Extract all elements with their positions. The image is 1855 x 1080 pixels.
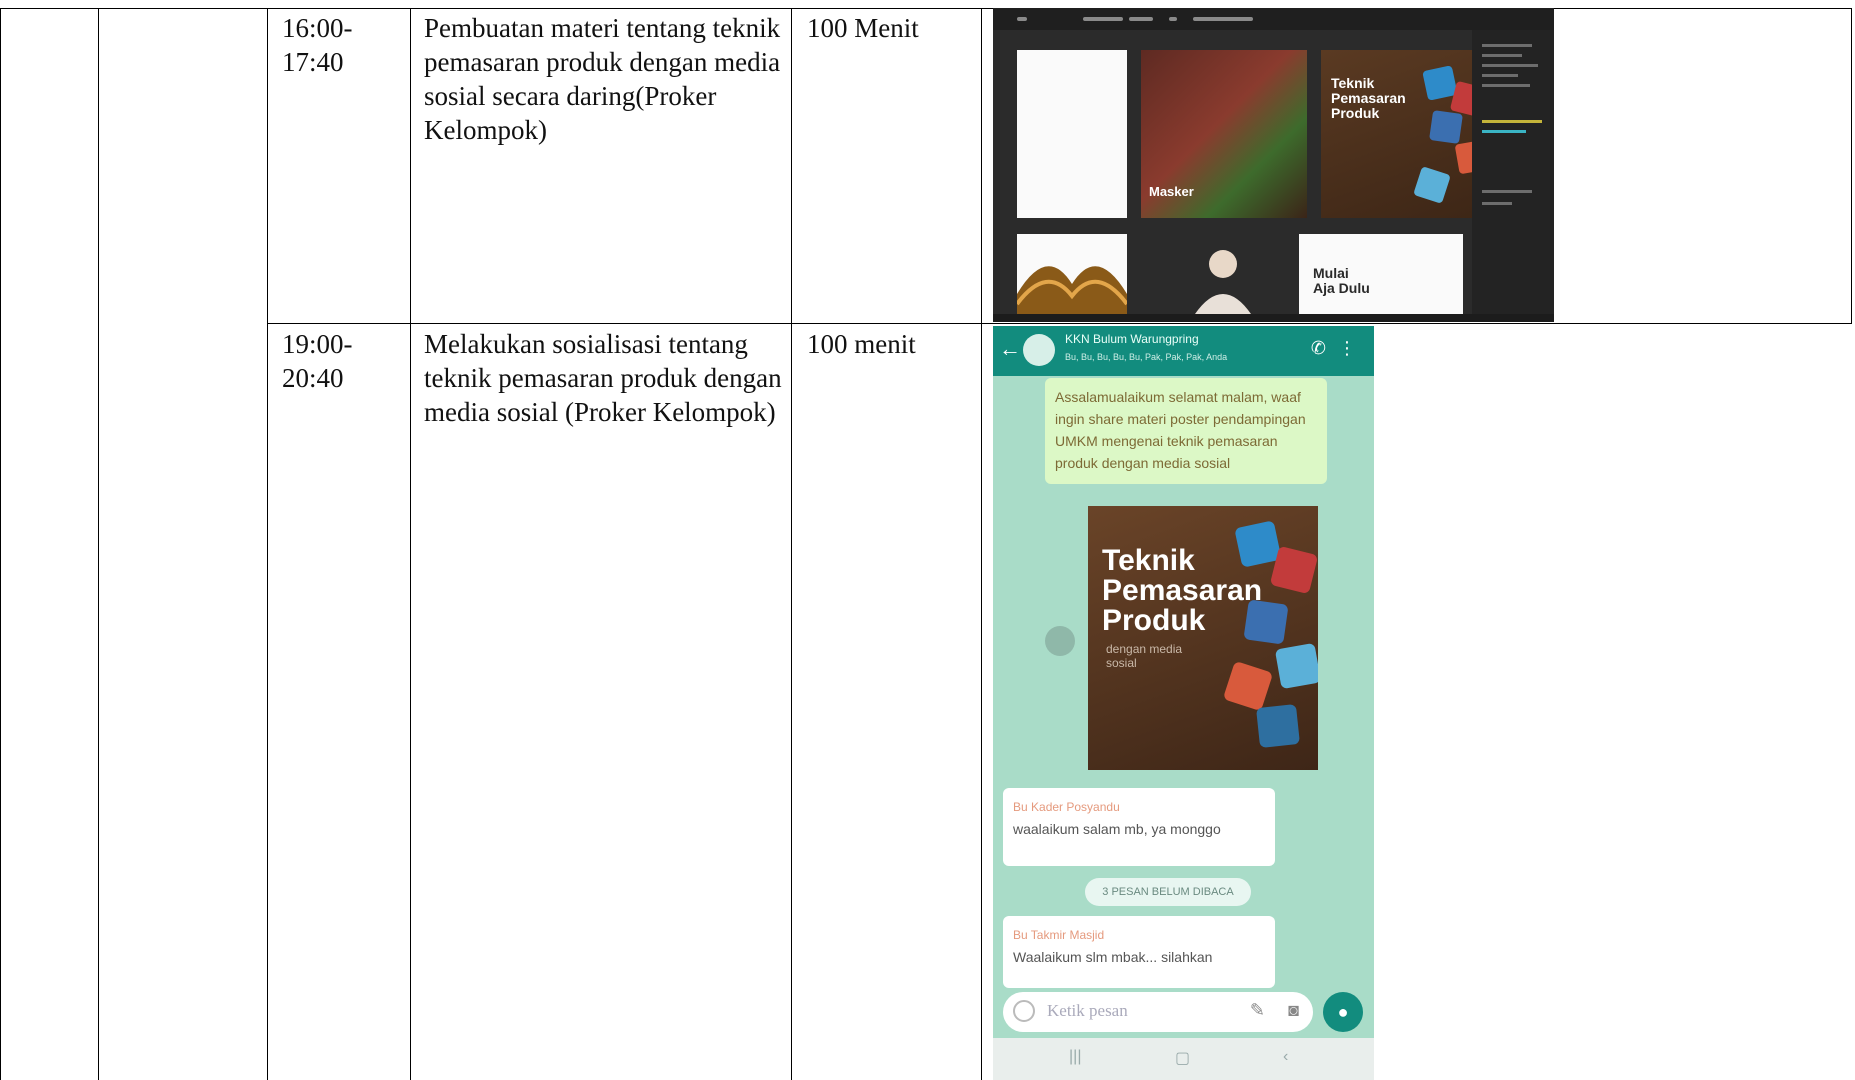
back-arrow-icon: ← — [999, 336, 1021, 361]
blank-artboard — [1017, 50, 1127, 218]
back-nav-icon[interactable]: ‹ — [1283, 1048, 1288, 1066]
mic-button[interactable]: ● — [1323, 992, 1363, 1032]
design-editor-screenshot: Masker Teknik Pemasaran Produk Mulai Aja… — [993, 8, 1554, 322]
message-text: Waalaikum slm mbak... silahkan — [1013, 949, 1213, 965]
person-artboard — [1165, 234, 1275, 314]
mulai-artboard: Mulai Aja Dulu — [1299, 234, 1463, 314]
sender-name: Bu Kader Posyandu — [1013, 800, 1120, 814]
row-divider — [267, 323, 1852, 324]
duration-cell: 100 menit — [807, 329, 916, 359]
attach-icon[interactable]: ✎ — [1250, 1000, 1265, 1021]
wave-graphic — [1017, 266, 1127, 314]
table-top-border — [0, 8, 1852, 9]
activity-cell: Pembuatan materi tentang teknik pemasara… — [424, 13, 781, 145]
whatsapp-screenshot: ← KKN Bulum Warungpring Bu, Bu, Bu, Bu, … — [993, 326, 1374, 1080]
group-name: KKN Bulum Warungpring — [1065, 332, 1199, 346]
emoji-icon[interactable] — [1013, 1000, 1035, 1022]
recents-icon[interactable]: ||| — [1069, 1048, 1081, 1066]
group-avatar — [1023, 334, 1055, 366]
more-menu-icon: ⋮ — [1338, 338, 1356, 358]
teknik-poster-artboard: Teknik Pemasaran Produk — [1321, 50, 1487, 218]
message-input[interactable]: Ketik pesan ✎ ◙ — [1003, 992, 1313, 1032]
table-right-border — [1851, 8, 1852, 324]
table-left-border — [0, 8, 1, 1080]
outgoing-message: Assalamualaikum selamat malam, waaf ingi… — [1045, 378, 1327, 484]
duration-cell: 100 Menit — [807, 13, 919, 43]
home-icon[interactable]: ▢ — [1175, 1048, 1190, 1068]
unread-badge: 3 PESAN BELUM DIBACA — [1085, 878, 1251, 906]
share-icon — [1045, 626, 1075, 656]
poster-title: Teknik Pemasaran Produk — [1102, 544, 1263, 637]
activity-cell: Melakukan sosialisasi tentang teknik pem… — [424, 329, 782, 427]
col-divider-3 — [410, 8, 411, 1080]
message-placeholder: Ketik pesan — [1047, 1001, 1128, 1020]
call-icon: ✆ — [1310, 338, 1326, 358]
time-cell: 16:00- 17:40 — [282, 13, 353, 77]
time-cell: 19:00- 20:40 — [282, 329, 353, 393]
group-members: Bu, Bu, Bu, Bu, Bu, Pak, Pak, Pak, Anda — [1065, 352, 1228, 362]
col-divider-4 — [791, 8, 792, 1080]
person-graphic — [1195, 250, 1251, 314]
masker-label: Masker — [1149, 184, 1194, 199]
mulai-label: Mulai Aja Dulu — [1313, 265, 1370, 296]
sender-name: Bu Takmir Masjid — [1013, 928, 1105, 942]
col-divider-2 — [267, 8, 268, 1080]
incoming-message: Bu Kader Posyandu waalaikum salam mb, ya… — [1003, 788, 1275, 866]
chat-header: ← KKN Bulum Warungpring Bu, Bu, Bu, Bu, … — [993, 326, 1374, 376]
message-text: Assalamualaikum selamat malam, waaf ingi… — [1055, 389, 1306, 471]
poster-title: Teknik Pemasaran Produk — [1331, 75, 1406, 121]
poster-image: Teknik Pemasaran Produk dengan media sos… — [1088, 506, 1318, 770]
wave-artboard — [1017, 234, 1127, 314]
editor-layers-panel — [1472, 30, 1554, 322]
masker-artboard: Masker — [1141, 50, 1307, 218]
poster-subtitle: dengan media sosial — [1106, 642, 1183, 670]
editor-status-bar — [993, 314, 1554, 322]
editor-toolbar — [993, 8, 1554, 30]
android-nav-bar: ||| ▢ ‹ — [993, 1038, 1374, 1080]
col-divider-5 — [981, 8, 982, 1080]
camera-icon[interactable]: ◙ — [1288, 1000, 1299, 1021]
incoming-message: Bu Takmir Masjid Waalaikum slm mbak... s… — [1003, 916, 1275, 988]
col-divider-1 — [98, 8, 99, 1080]
message-text: waalaikum salam mb, ya monggo — [1013, 821, 1221, 837]
